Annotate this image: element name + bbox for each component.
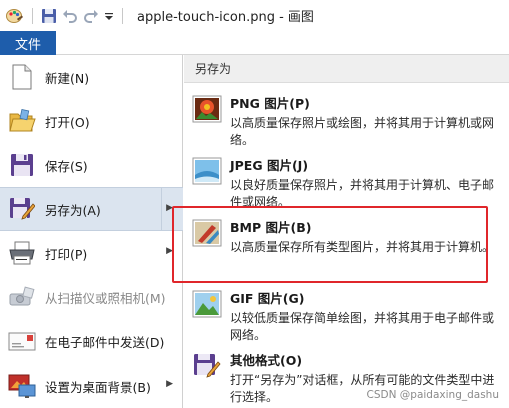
option-title: JPEG 图片(J) bbox=[230, 158, 309, 173]
chevron-right-icon: ▶ bbox=[166, 379, 173, 389]
watermark: CSDN @paidaxing_dashu bbox=[366, 389, 499, 401]
save-as-gif-option[interactable]: GIF 图片(G) 以较低质量保存简单绘图，并将其用于电子邮件或网络。 bbox=[184, 281, 509, 343]
email-icon bbox=[0, 319, 44, 363]
menu-item-label: 新建(N) bbox=[45, 70, 90, 86]
customize-toolbar-chevron-down-icon[interactable] bbox=[104, 6, 114, 26]
desktop-background-icon bbox=[0, 364, 44, 408]
title-separator bbox=[122, 7, 123, 24]
undo-icon[interactable] bbox=[62, 6, 78, 26]
option-description: 以较低质量保存简单绘图，并将其用于电子邮件或网络。 bbox=[230, 311, 495, 342]
open-folder-icon bbox=[0, 99, 44, 143]
quick-save-icon[interactable] bbox=[41, 6, 57, 26]
submenu-header: 另存为 bbox=[184, 55, 509, 83]
menu-item-from-scanner[interactable]: 从扫描仪或照相机(M) bbox=[0, 275, 183, 319]
redo-icon[interactable] bbox=[83, 6, 99, 26]
ribbon-bar: 文件 bbox=[0, 31, 509, 55]
menu-item-save-as[interactable]: 另存为(A) ▶ bbox=[0, 187, 183, 231]
title-separator bbox=[32, 7, 33, 24]
menu-item-send-email[interactable]: 在电子邮件中发送(D) bbox=[0, 319, 183, 363]
menu-item-label: 另存为(A) bbox=[45, 202, 101, 218]
menu-item-print[interactable]: 打印(P) ▶ bbox=[0, 231, 183, 275]
menu-item-label: 设置为桌面背景(B) bbox=[45, 379, 151, 395]
save-as-icon bbox=[0, 187, 44, 231]
menu-item-label: 在电子邮件中发送(D) bbox=[45, 334, 165, 350]
save-as-jpeg-option[interactable]: JPEG 图片(J) 以良好质量保存照片，并将其用于计算机、电子邮件或网络。 bbox=[184, 148, 509, 210]
option-title: 其他格式(O) bbox=[230, 353, 303, 368]
title-bar: apple-touch-icon.png - 画图 bbox=[0, 0, 509, 31]
file-tab[interactable]: 文件 bbox=[0, 31, 56, 55]
menu-item-label: 打开(O) bbox=[45, 114, 90, 130]
jpeg-image-icon bbox=[184, 148, 230, 210]
window-title: apple-touch-icon.png - 画图 bbox=[137, 10, 314, 25]
menu-item-open[interactable]: 打开(O) bbox=[0, 99, 183, 143]
scanner-icon bbox=[0, 275, 44, 319]
menu-item-label: 从扫描仪或照相机(M) bbox=[45, 290, 166, 306]
option-description: 以高质量保存照片或绘图，并将其用于计算机或网络。 bbox=[230, 116, 495, 147]
png-image-icon bbox=[184, 86, 230, 148]
highlight-box bbox=[172, 206, 488, 283]
menu-item-new[interactable]: 新建(N) bbox=[0, 55, 183, 99]
menu-item-label: 保存(S) bbox=[45, 158, 88, 174]
save-icon bbox=[0, 143, 44, 187]
other-formats-icon bbox=[184, 343, 230, 405]
menu-item-save[interactable]: 保存(S) bbox=[0, 143, 183, 187]
option-title: GIF 图片(G) bbox=[230, 291, 305, 306]
file-menu: 新建(N) 打开(O) 保存(S) 另存为(A) ▶ 打印(P) ▶ 从扫描仪或… bbox=[0, 55, 183, 408]
new-document-icon bbox=[0, 55, 44, 99]
paint-app-icon[interactable] bbox=[6, 6, 24, 26]
save-as-png-option[interactable]: PNG 图片(P) 以高质量保存照片或绘图，并将其用于计算机或网络。 bbox=[184, 86, 509, 148]
menu-item-label: 打印(P) bbox=[45, 246, 88, 262]
menu-item-set-desktop-background[interactable]: 设置为桌面背景(B) ▶ bbox=[0, 364, 183, 408]
option-title: PNG 图片(P) bbox=[230, 96, 310, 111]
gif-image-icon bbox=[184, 281, 230, 343]
printer-icon bbox=[0, 231, 44, 275]
